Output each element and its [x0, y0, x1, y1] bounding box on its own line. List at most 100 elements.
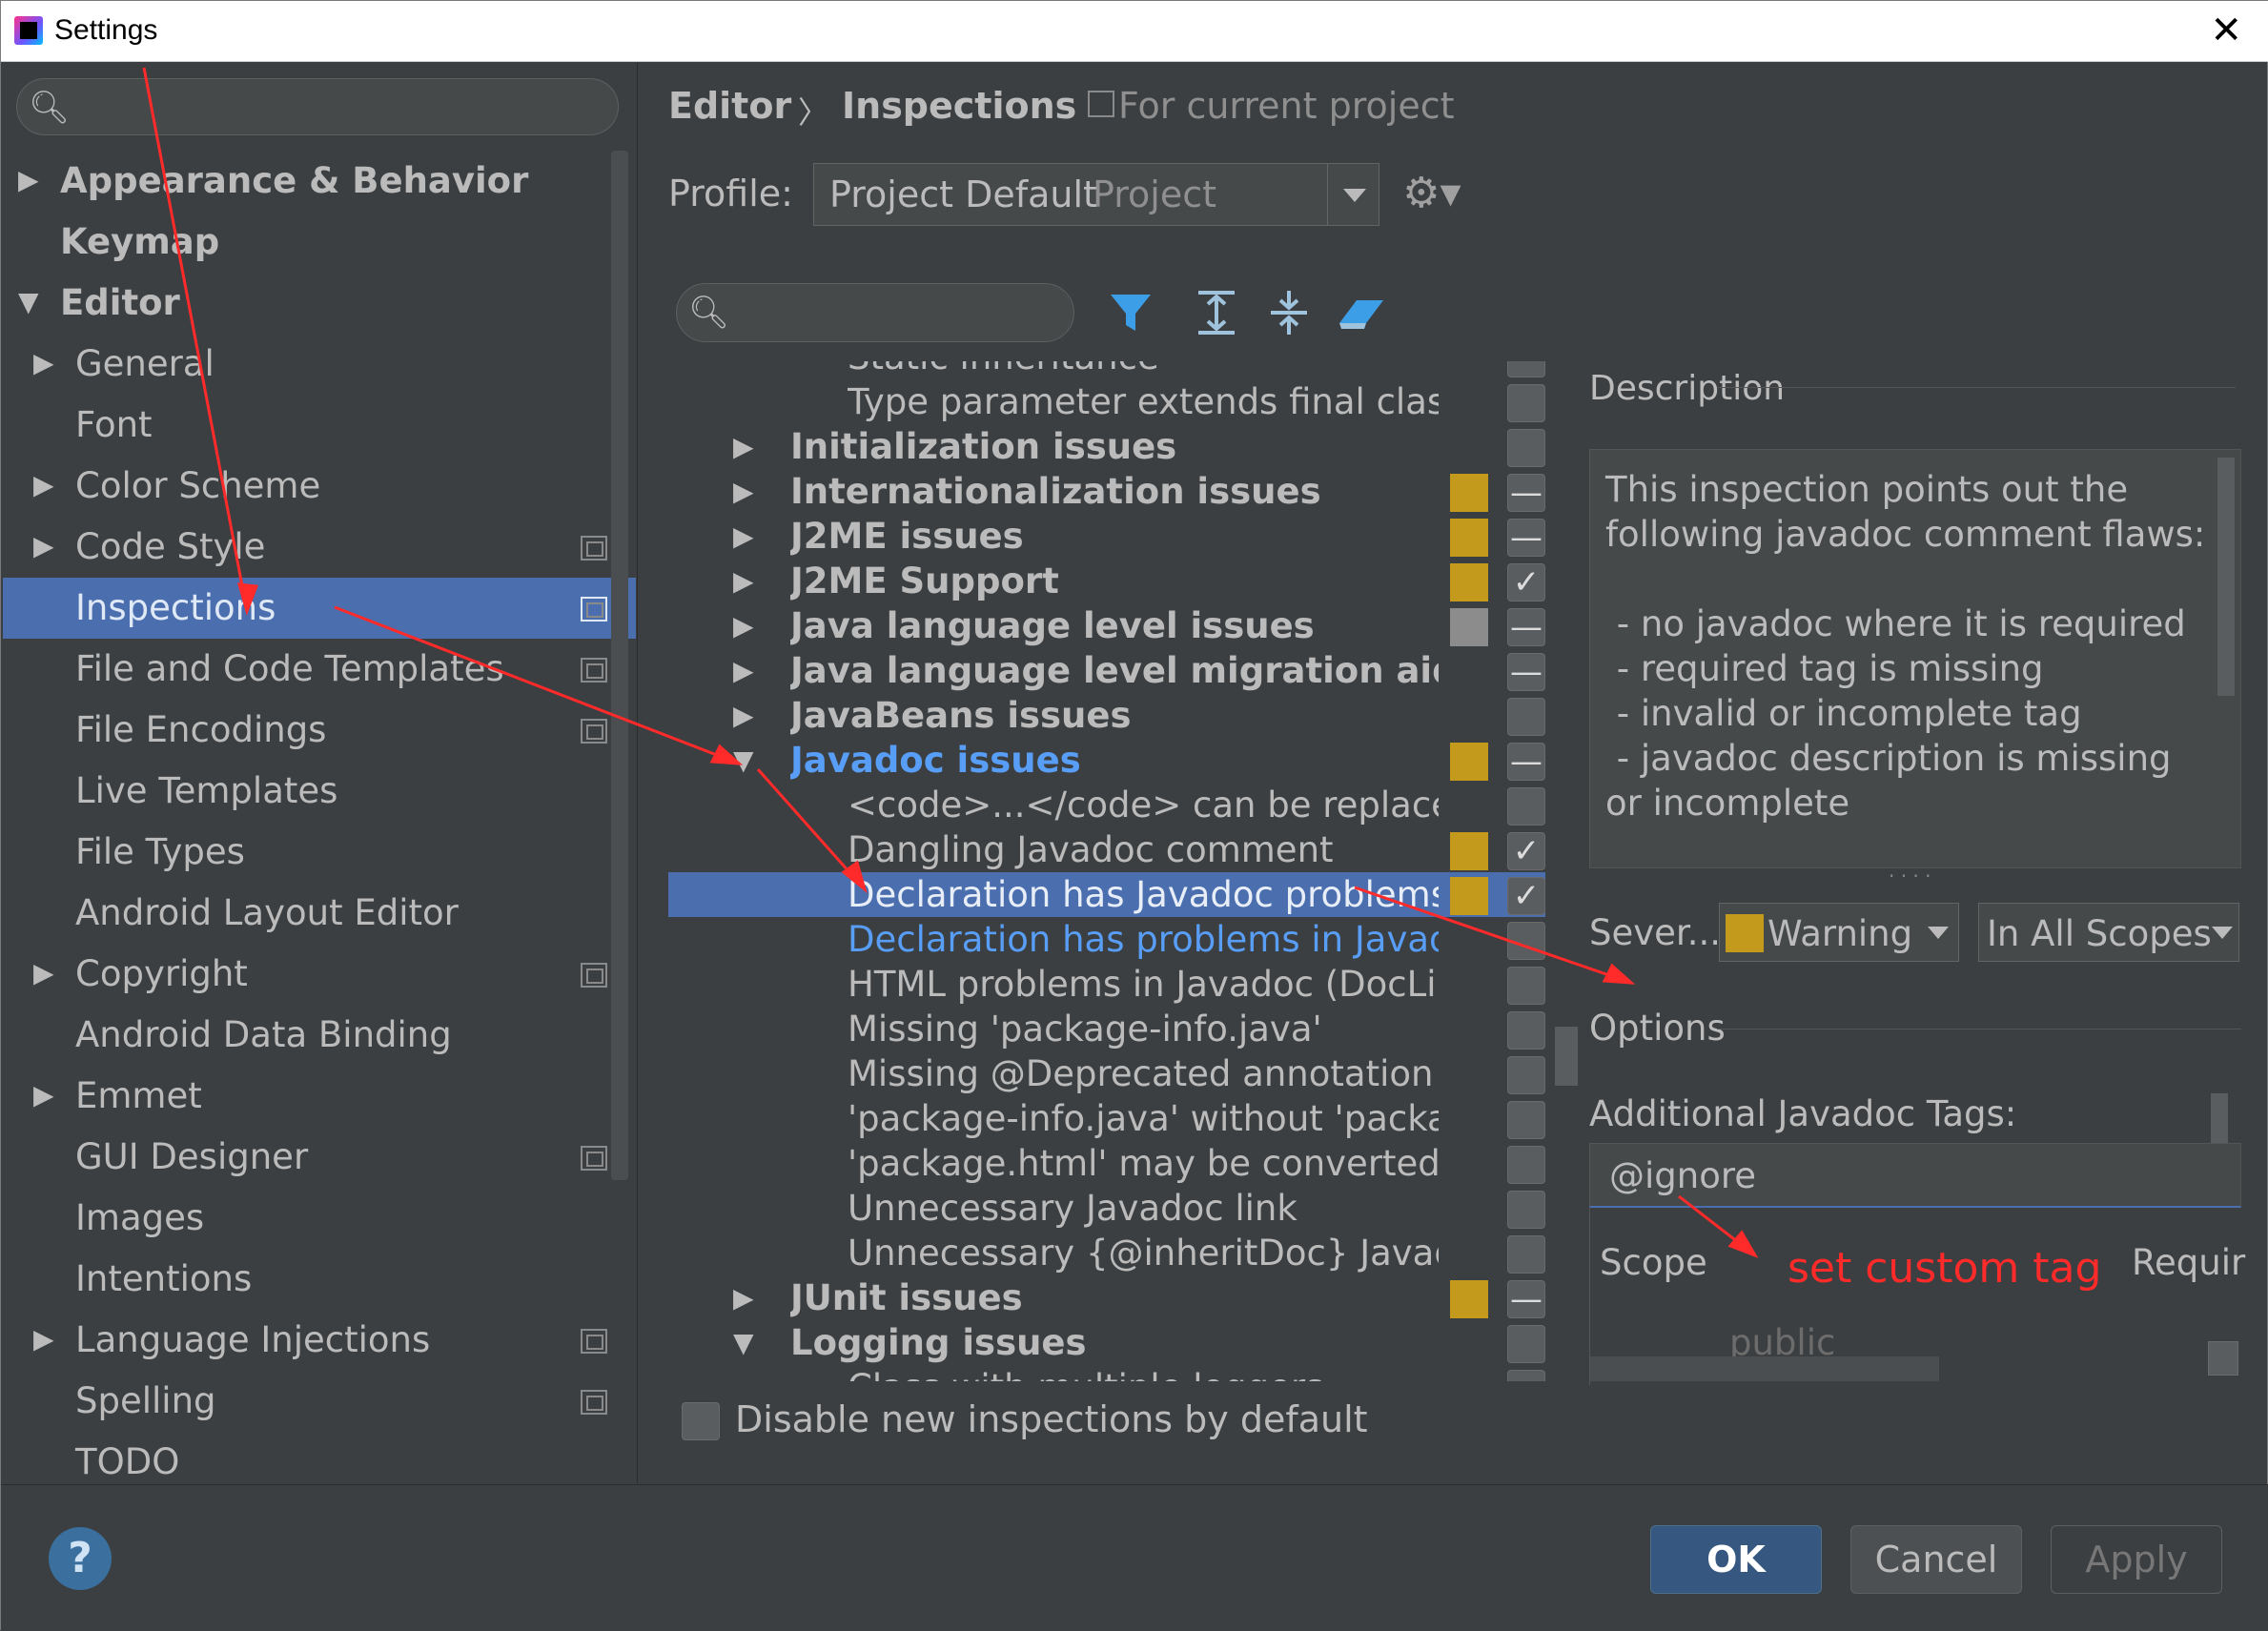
unchecked-checkbox[interactable] — [1507, 967, 1545, 1005]
inspection-row[interactable]: 'package.html' may be converted to — [668, 1141, 1545, 1186]
partial-checkbox[interactable]: — — [1507, 1280, 1545, 1318]
help-button[interactable]: ? — [49, 1527, 112, 1590]
sidebar-item-emmet[interactable]: Emmet — [75, 1066, 202, 1127]
chevron-down-icon[interactable] — [1327, 164, 1379, 225]
profile-select[interactable]: Project Default Project — [813, 163, 1379, 226]
collapsed-arrow-icon[interactable]: ▶ — [733, 559, 754, 603]
checked-checkbox[interactable]: ✓ — [1507, 832, 1545, 870]
inspection-group-row[interactable]: ▶ J2ME issues — — [668, 514, 1545, 559]
severity-select[interactable]: Warning — [1719, 903, 1959, 962]
sidebar-item-language-injections[interactable]: Language Injections — [75, 1310, 430, 1371]
collapsed-arrow-icon[interactable]: ▶ — [733, 424, 754, 469]
required-checkbox[interactable] — [2208, 1341, 2238, 1376]
sidebar-item-general[interactable]: General — [75, 334, 215, 395]
sidebar-item-live-templates[interactable]: Live Templates — [75, 761, 337, 822]
breadcrumb-editor[interactable]: Editor — [668, 85, 791, 127]
sidebar-item-android-data-binding[interactable]: Android Data Binding — [75, 1005, 452, 1066]
unchecked-checkbox[interactable] — [1507, 384, 1545, 422]
description-scrollbar[interactable] — [2217, 458, 2235, 696]
inspection-row[interactable]: Dangling Javadoc comment ✓ — [668, 827, 1545, 872]
collapsed-arrow-icon[interactable]: ▶ — [33, 347, 54, 378]
gear-icon[interactable]: ⚙▾ — [1402, 169, 1461, 217]
sidebar-item-inspections[interactable]: Inspections — [75, 578, 276, 639]
collapsed-arrow-icon[interactable]: ▶ — [33, 469, 54, 500]
collapsed-arrow-icon[interactable]: ▶ — [18, 164, 39, 195]
sidebar-search-input[interactable]: 🔍︎ — [16, 78, 619, 135]
sidebar-scrollbar[interactable] — [611, 151, 628, 1180]
unchecked-checkbox[interactable] — [1507, 1056, 1545, 1094]
partial-checkbox[interactable]: — — [1507, 519, 1545, 557]
inspection-row[interactable]: Class with multiple loggers — [668, 1365, 1545, 1381]
expanded-arrow-icon[interactable]: ▼ — [18, 286, 39, 317]
sidebar-item-intentions[interactable]: Intentions — [75, 1249, 252, 1310]
scope-select[interactable]: In All Scopes — [1978, 903, 2239, 962]
unchecked-checkbox[interactable] — [1507, 698, 1545, 736]
inspection-group-row[interactable]: ▼ Logging issues — [668, 1320, 1545, 1365]
collapsed-arrow-icon[interactable]: ▶ — [733, 514, 754, 559]
inspection-row[interactable]: 'package-info.java' without 'package — [668, 1096, 1545, 1141]
eraser-icon[interactable] — [1336, 283, 1387, 340]
filter-icon[interactable] — [1107, 283, 1154, 340]
unchecked-checkbox[interactable] — [1507, 1191, 1545, 1229]
sidebar-item-font[interactable]: Font — [75, 395, 153, 456]
inspection-row[interactable]: Unnecessary {@inheritDoc} Javadoc — [668, 1231, 1545, 1275]
partial-checkbox[interactable]: — — [1507, 653, 1545, 691]
unchecked-checkbox[interactable] — [1507, 1235, 1545, 1274]
ok-button[interactable]: OK — [1650, 1525, 1822, 1594]
inspection-group-row[interactable]: ▶ J2ME Support ✓ — [668, 559, 1545, 603]
sidebar-item-gui-designer[interactable]: GUI Designer — [75, 1127, 308, 1188]
unchecked-checkbox[interactable] — [1507, 1325, 1545, 1363]
scope-table-hscroll[interactable] — [1590, 1356, 1939, 1381]
unchecked-checkbox[interactable] — [1507, 361, 1545, 377]
expanded-arrow-icon[interactable]: ▼ — [733, 738, 754, 783]
checked-checkbox[interactable]: ✓ — [1507, 563, 1545, 601]
inspection-row[interactable]: Declaration has Javadoc problems ✓ — [668, 872, 1545, 917]
unchecked-checkbox[interactable] — [1507, 1011, 1545, 1050]
sidebar-item-appearance-behavior[interactable]: Appearance & Behavior — [60, 151, 528, 212]
inspections-search-input[interactable]: 🔍︎ — [676, 283, 1074, 342]
collapsed-arrow-icon[interactable]: ▶ — [33, 957, 54, 989]
sidebar-item-editor[interactable]: Editor — [60, 273, 180, 334]
inspection-group-row[interactable]: ▶ Internationalization issues — — [668, 469, 1545, 514]
sidebar-item-file-types[interactable]: File Types — [75, 822, 245, 883]
sidebar-item-file-encodings[interactable]: File Encodings — [75, 700, 326, 761]
disable-new-inspections-checkbox[interactable] — [682, 1402, 720, 1440]
inspection-row[interactable]: Missing 'package-info.java' — [668, 1007, 1545, 1051]
sidebar-item-file-and-code-templates[interactable]: File and Code Templates — [75, 639, 504, 700]
partial-checkbox[interactable]: — — [1507, 608, 1545, 646]
collapsed-arrow-icon[interactable]: ▶ — [33, 1323, 54, 1355]
inspection-row[interactable]: Unnecessary Javadoc link — [668, 1186, 1545, 1231]
sidebar-item-color-scheme[interactable]: Color Scheme — [75, 456, 320, 517]
collapsed-arrow-icon[interactable]: ▶ — [733, 1275, 754, 1320]
collapsed-arrow-icon[interactable]: ▶ — [733, 469, 754, 514]
expand-all-icon[interactable] — [1193, 283, 1240, 340]
partial-checkbox[interactable]: — — [1507, 474, 1545, 512]
unchecked-checkbox[interactable] — [1507, 787, 1545, 826]
sidebar-item-android-layout-editor[interactable]: Android Layout Editor — [75, 883, 459, 944]
sidebar-item-images[interactable]: Images — [75, 1188, 204, 1249]
cancel-button[interactable]: Cancel — [1850, 1525, 2022, 1594]
inspection-row[interactable]: Declaration has problems in Javadoc — [668, 917, 1545, 962]
sidebar-item-keymap[interactable]: Keymap — [60, 212, 219, 273]
unchecked-checkbox[interactable] — [1507, 1370, 1545, 1381]
checked-checkbox[interactable]: ✓ — [1507, 877, 1545, 915]
inspection-group-row[interactable]: ▶ Java language level issues — — [668, 603, 1545, 648]
collapsed-arrow-icon[interactable]: ▶ — [733, 693, 754, 738]
sidebar-item-copyright[interactable]: Copyright — [75, 944, 248, 1005]
inspection-group-row[interactable]: ▶ JUnit issues — — [668, 1275, 1545, 1320]
collapse-all-icon[interactable] — [1265, 283, 1313, 340]
unchecked-checkbox[interactable] — [1507, 429, 1545, 467]
inspection-group-row[interactable]: ▼ Javadoc issues — — [668, 738, 1545, 783]
expanded-arrow-icon[interactable]: ▼ — [733, 1320, 754, 1365]
inspection-row[interactable]: Static inheritance — [668, 361, 1545, 379]
inspection-group-row[interactable]: ▶ Initialization issues — [668, 424, 1545, 469]
additional-tags-input[interactable]: @ignore — [1589, 1143, 2241, 1208]
collapsed-arrow-icon[interactable]: ▶ — [33, 530, 54, 561]
sidebar-item-code-style[interactable]: Code Style — [75, 517, 265, 578]
resize-handle-icon[interactable]: · · · · — [1889, 865, 1931, 887]
inspection-group-row[interactable]: ▶ JavaBeans issues — [668, 693, 1545, 738]
inspection-row[interactable]: <code>...</code> can be replaced w — [668, 783, 1545, 827]
inspection-row[interactable]: HTML problems in Javadoc (DocLint — [668, 962, 1545, 1007]
inspection-group-row[interactable]: ▶ Java language level migration aids — — [668, 648, 1545, 693]
collapsed-arrow-icon[interactable]: ▶ — [733, 648, 754, 693]
